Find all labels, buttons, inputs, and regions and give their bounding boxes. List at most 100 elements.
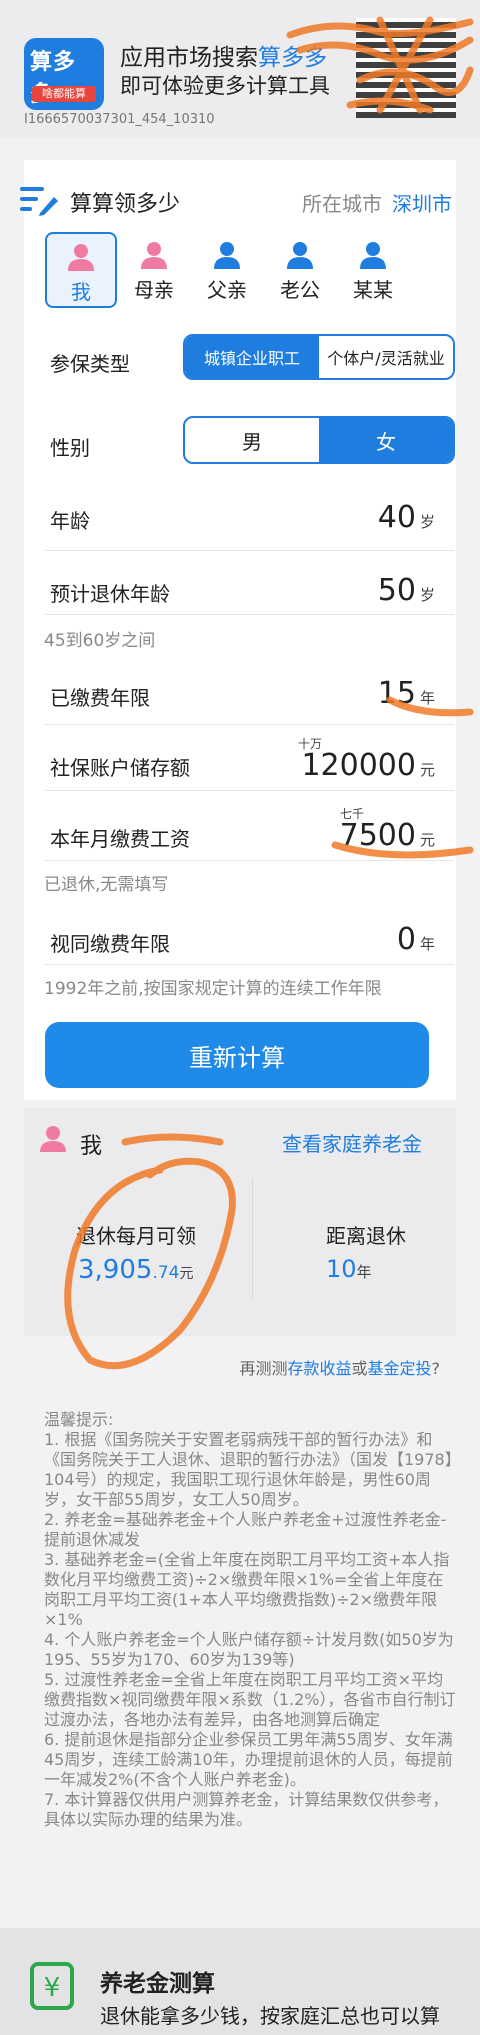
wage-unit: 元 — [419, 831, 435, 849]
retire-age-input[interactable]: 50 岁 — [378, 573, 435, 608]
insurance-type-toggle[interactable]: 城镇企业职工 个体户/灵活就业 — [183, 334, 455, 380]
tip-item: 5. 过渡性养老金=全省上年度在岗职工月平均工资×平均缴费指数×视同缴费年限×系… — [44, 1670, 456, 1729]
list-pen-icon — [20, 187, 58, 216]
app-logo: 算多多 啥都能算 — [24, 38, 104, 110]
years-to-retire-value: 10年 — [326, 1255, 372, 1283]
more-prefix: 再测测 — [239, 1359, 288, 1378]
years-to-retire-label: 距离退休 — [326, 1224, 406, 1248]
banner-id: I1666570037301_454_10310 — [24, 112, 215, 127]
person-tab[interactable]: 老公 — [264, 232, 336, 308]
user-avatar-icon — [40, 1126, 66, 1152]
divider — [44, 724, 454, 725]
deemed-years-input[interactable]: 0年 — [397, 922, 435, 957]
more-suffix: ? — [431, 1359, 441, 1378]
pension-calculator-icon: ¥ — [30, 1962, 74, 2010]
person-tab-label: 老公 — [280, 278, 320, 302]
footer-title: 养老金测算 — [100, 1971, 215, 1997]
monthly-pension-label: 退休每月可领 — [76, 1224, 196, 1248]
paid-years-value: 15 — [377, 676, 416, 711]
city-label: 所在城市 — [302, 192, 382, 216]
monthly-pension-value: 3,905.74元 — [78, 1255, 193, 1285]
person-icon — [360, 242, 386, 269]
retire-age-hint: 45到60岁之间 — [44, 631, 156, 651]
gender-option-female[interactable]: 女 — [319, 418, 453, 462]
balance-value: 120000 — [301, 748, 416, 783]
person-tab[interactable]: 父亲 — [191, 232, 263, 308]
wage-hint: 已退休,无需填写 — [44, 875, 169, 895]
years-to-retire-number: 10 — [326, 1255, 357, 1283]
person-icon — [214, 242, 240, 269]
divider — [44, 860, 454, 861]
divider — [44, 964, 454, 965]
monthly-pension-integer: 3,905 — [78, 1255, 153, 1285]
banner-title: 应用市场搜索算多多 — [120, 38, 327, 72]
divider — [44, 790, 454, 791]
person-icon — [68, 244, 94, 271]
deemed-years-value: 0 — [396, 922, 416, 957]
balance-unit: 元 — [419, 761, 435, 779]
wage-value: 7500 — [339, 818, 416, 853]
recalculate-button[interactable]: 重新计算 — [45, 1022, 429, 1088]
gender-option-male[interactable]: 男 — [185, 418, 319, 462]
monthly-pension-unit: 元 — [179, 1266, 194, 1282]
savings-link[interactable]: 存款收益 — [287, 1359, 351, 1378]
svg-text:¥: ¥ — [44, 1973, 61, 2003]
insurance-option-flexible[interactable]: 个体户/灵活就业 — [319, 336, 453, 378]
person-icon — [141, 242, 167, 269]
tip-item: 3. 基础养老金=(全省上年度在岗职工月平均工资+本人指数化月平均缴费工资)÷2… — [44, 1550, 450, 1629]
balance-label: 社保账户储存额 — [50, 756, 190, 780]
balance-input[interactable]: 120000 元 — [301, 748, 435, 783]
tips-title: 温馨提示: — [44, 1410, 114, 1429]
tip-item: 2. 养老金=基础养老金+个人账户养老金+过渡性养老金-提前退休减发 — [44, 1510, 447, 1549]
family-pension-link[interactable]: 查看家庭养老金 — [282, 1128, 422, 1157]
fund-link[interactable]: 基金定投 — [367, 1359, 431, 1378]
banner-subtitle: 即可体验更多计算工具 — [120, 74, 330, 98]
result-person-name: 我 — [80, 1134, 103, 1159]
paid-years-unit: 年 — [419, 689, 435, 707]
tip-item: 7. 本计算器仅供用户测算养老金，计算结果数仅供参考，具体以实际办理的结果为准。 — [44, 1790, 449, 1829]
divider — [252, 1178, 253, 1300]
person-tab-label: 我 — [71, 280, 91, 304]
more-tools-line: 再测测存款收益或基金定投? — [239, 1355, 440, 1379]
age-value: 40 — [377, 500, 416, 535]
person-tab[interactable]: 我 — [45, 232, 117, 308]
age-label: 年龄 — [50, 509, 90, 533]
footer-subtitle: 退休能拿多少钱，按家庭汇总也可以算 — [100, 2004, 440, 2028]
tip-item: 4. 个人账户养老金=个人账户储存额÷计发月数(如50岁为195、55岁为170… — [44, 1630, 454, 1669]
divider — [44, 614, 454, 615]
person-tab-label: 某某 — [353, 278, 393, 302]
insurance-option-enterprise[interactable]: 城镇企业职工 — [185, 336, 319, 378]
divider — [44, 550, 454, 551]
person-tab-label: 父亲 — [207, 278, 247, 302]
city-selector[interactable]: 深圳市 — [392, 188, 452, 217]
person-tab[interactable]: 某某 — [337, 232, 409, 308]
banner-title-prefix: 应用市场搜索 — [120, 45, 258, 71]
age-input[interactable]: 40 岁 — [378, 500, 435, 535]
retire-age-unit: 岁 — [419, 586, 435, 604]
monthly-pension-decimal: .74 — [152, 1263, 180, 1283]
app-logo-tag: 啥都能算 — [32, 86, 96, 102]
gender-toggle[interactable]: 男 女 — [183, 416, 455, 464]
tip-item: 1. 根据《国务院关于安置老弱病残干部的暂行办法》和《国务院关于工人退休、退职的… — [44, 1430, 453, 1509]
years-to-retire-unit: 年 — [356, 1263, 372, 1281]
more-mid: 或 — [351, 1359, 368, 1378]
qr-code-icon — [356, 18, 456, 118]
insurance-type-label: 参保类型 — [50, 352, 130, 376]
page-title: 算算领多少 — [70, 192, 181, 217]
wage-input[interactable]: 7500 元 — [340, 818, 435, 853]
person-tab[interactable]: 母亲 — [118, 232, 190, 308]
gender-label: 性别 — [50, 436, 90, 460]
tip-item: 6. 提前退休是指部分企业参保员工男年满55周岁、女年满45周岁，连续工龄满10… — [44, 1730, 453, 1789]
person-icon — [287, 242, 313, 269]
retire-age-label: 预计退休年龄 — [50, 582, 170, 606]
age-unit: 岁 — [419, 513, 435, 531]
wage-label: 本年月缴费工资 — [50, 827, 190, 851]
paid-years-label: 已缴费年限 — [50, 686, 150, 710]
deemed-years-label: 视同缴费年限 — [50, 932, 170, 956]
retire-age-value: 50 — [377, 573, 416, 608]
banner-title-highlight: 算多多 — [258, 45, 327, 71]
paid-years-input[interactable]: 15 年 — [378, 676, 435, 711]
deemed-years-unit: 年 — [419, 935, 435, 953]
tips-section: 温馨提示: 1. 根据《国务院关于安置老弱病残干部的暂行办法》和《国务院关于工人… — [44, 1410, 458, 1830]
person-tab-label: 母亲 — [134, 278, 174, 302]
